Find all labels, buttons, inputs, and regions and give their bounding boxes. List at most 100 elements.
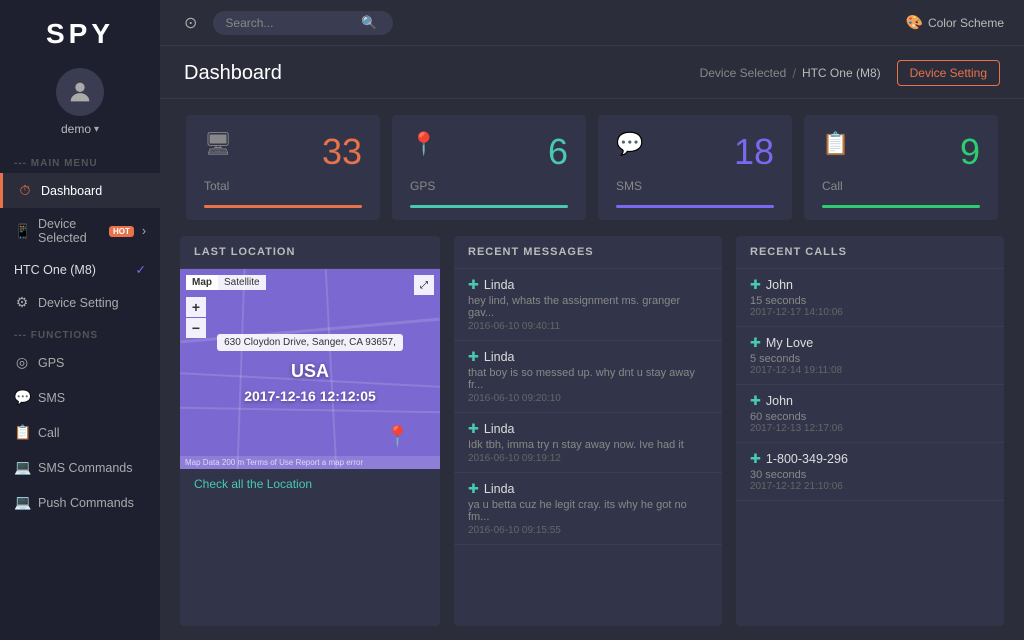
call-time: 2017-12-13 12:17:06	[750, 423, 990, 434]
messages-list: ✚ Linda hey lind, whats the assignment m…	[454, 269, 722, 626]
msg-text: ya u betta cuz he legit cray. its why he…	[468, 499, 708, 523]
msg-text: that boy is so messed up. why dnt u stay…	[468, 367, 708, 391]
contact-icon: ✚	[750, 451, 761, 467]
breadcrumb-selected: Device Selected	[700, 66, 787, 80]
call-item[interactable]: ✚ John 60 seconds 2017-12-13 12:17:06	[736, 385, 1004, 443]
map-expand-btn[interactable]: ⤢	[414, 275, 434, 295]
color-scheme-label: Color Scheme	[928, 16, 1004, 30]
stat-sms: 💬 18 SMS	[598, 115, 792, 220]
breadcrumb-separator: /	[792, 66, 796, 81]
sidebar-item-label: Push Commands	[38, 496, 134, 510]
msg-name: ✚ Linda	[468, 421, 708, 437]
hot-badge: HOT	[109, 226, 134, 237]
message-item[interactable]: ✚ Linda that boy is so messed up. why dn…	[454, 341, 722, 413]
sidebar-item-label: Device Setting	[38, 296, 119, 310]
sidebar-item-push-commands[interactable]: 💻 Push Commands	[0, 485, 160, 520]
call-stat-icon: 📋	[822, 131, 849, 157]
call-time: 2017-12-12 21:10:06	[750, 481, 990, 492]
call-icon: 📋	[14, 424, 30, 441]
msg-time: 2016-06-10 09:19:12	[468, 453, 708, 464]
back-button[interactable]: ⊙	[180, 9, 201, 37]
sidebar-item-gps[interactable]: ◎ GPS	[0, 345, 160, 380]
call-time: 2017-12-14 19:11:08	[750, 365, 990, 376]
sidebar: SPY demo ▾ --- MAIN MENU ⏱ Dashboard 📱 D…	[0, 0, 160, 640]
sms-bar	[616, 205, 774, 208]
check-location-link[interactable]: Check all the Location	[180, 469, 440, 499]
call-item[interactable]: ✚ My Love 5 seconds 2017-12-14 19:11:08	[736, 327, 1004, 385]
message-item[interactable]: ✚ Linda Idk tbh, imma try n stay away no…	[454, 413, 722, 473]
sidebar-item-label: Device Selected	[38, 217, 99, 245]
sidebar-item-label: Call	[38, 426, 60, 440]
gear-icon: ⚙	[14, 294, 30, 311]
call-name: ✚ John	[750, 277, 990, 293]
map-datetime: 2017-12-16 12:12:05	[244, 388, 376, 404]
call-name: ✚ John	[750, 393, 990, 409]
gps-icon: ◎	[14, 354, 30, 371]
sidebar-item-sms[interactable]: 💬 SMS	[0, 380, 160, 415]
call-item[interactable]: ✚ John 15 seconds 2017-12-17 14:10:06	[736, 269, 1004, 327]
dashboard-icon: ⏱	[17, 182, 33, 199]
breadcrumb-device: HTC One (M8)	[802, 66, 881, 80]
map-panel-header: LAST LOCATION	[180, 236, 440, 269]
sms-commands-icon: 💻	[14, 459, 30, 476]
call-time: 2017-12-17 14:10:06	[750, 307, 990, 318]
sidebar-item-label: GPS	[38, 356, 64, 370]
call-value: 9	[960, 131, 980, 173]
push-commands-icon: 💻	[14, 494, 30, 511]
total-label: Total	[204, 179, 362, 193]
call-bar	[822, 205, 980, 208]
contact-icon: ✚	[468, 421, 479, 437]
content-header: Dashboard Device Selected / HTC One (M8)…	[160, 46, 1024, 99]
sidebar-item-sms-commands[interactable]: 💻 SMS Commands	[0, 450, 160, 485]
sidebar-item-label: SMS	[38, 391, 65, 405]
sidebar-item-device-setting[interactable]: ⚙ Device Setting	[0, 285, 160, 320]
topbar: ⊙ 🔍 🎨 Color Scheme	[160, 0, 1024, 46]
gps-value: 6	[548, 131, 568, 173]
zoom-out-btn[interactable]: −	[186, 318, 206, 338]
username-label[interactable]: demo ▾	[61, 122, 99, 136]
call-item[interactable]: ✚ 1-800-349-296 30 seconds 2017-12-12 21…	[736, 443, 1004, 501]
map-container[interactable]: 630 Cloydon Drive, Sanger, CA 93657, USA…	[180, 269, 440, 469]
device-setting-button[interactable]: Device Setting	[897, 60, 1000, 86]
calls-panel: RECENT CALLS ✚ John 15 seconds 2017-12-1…	[736, 236, 1004, 626]
avatar-section: demo ▾	[0, 60, 160, 148]
messages-panel-header: RECENT MESSAGES	[454, 236, 722, 269]
map-type-bar: Map Satellite	[186, 275, 266, 290]
call-label: Call	[822, 179, 980, 193]
gps-label: GPS	[410, 179, 568, 193]
search-box: 🔍	[213, 11, 393, 35]
call-duration: 5 seconds	[750, 353, 990, 365]
contact-icon: ✚	[750, 393, 761, 409]
stat-call: 📋 9 Call	[804, 115, 998, 220]
functions-label: --- FUNCTIONS	[0, 320, 160, 345]
sidebar-item-dashboard[interactable]: ⏱ Dashboard	[0, 173, 160, 208]
message-item[interactable]: ✚ Linda ya u betta cuz he legit cray. it…	[454, 473, 722, 545]
map-background: 630 Cloydon Drive, Sanger, CA 93657, USA…	[180, 269, 440, 469]
call-duration: 60 seconds	[750, 411, 990, 423]
color-scheme-button[interactable]: 🎨 Color Scheme	[906, 14, 1004, 31]
zoom-in-btn[interactable]: +	[186, 297, 206, 317]
expand-icon: ›	[142, 224, 146, 238]
sidebar-item-call[interactable]: 📋 Call	[0, 415, 160, 450]
total-value: 33	[322, 131, 362, 173]
msg-name: ✚ Linda	[468, 277, 708, 293]
dropdown-caret: ▾	[94, 124, 99, 135]
search-icon: 🔍	[361, 15, 377, 31]
msg-time: 2016-06-10 09:20:10	[468, 393, 708, 404]
palette-icon: 🎨	[906, 14, 923, 31]
map-type-satellite-btn[interactable]: Satellite	[218, 275, 266, 290]
total-icon: 🖥	[204, 131, 232, 157]
sidebar-item-device-selected[interactable]: 📱 Device Selected HOT ›	[0, 208, 160, 254]
sidebar-item-label: Dashboard	[41, 184, 102, 198]
sidebar-item-device-name[interactable]: HTC One (M8) ✓	[0, 254, 160, 285]
call-duration: 15 seconds	[750, 295, 990, 307]
message-item[interactable]: ✚ Linda hey lind, whats the assignment m…	[454, 269, 722, 341]
search-input[interactable]	[225, 16, 355, 30]
device-name-label: HTC One (M8)	[14, 263, 96, 277]
contact-icon: ✚	[750, 335, 761, 351]
map-type-map-btn[interactable]: Map	[186, 275, 218, 290]
check-icon: ✓	[136, 262, 146, 277]
msg-time: 2016-06-10 09:40:11	[468, 321, 708, 332]
contact-icon: ✚	[750, 277, 761, 293]
page-title: Dashboard	[184, 62, 282, 85]
